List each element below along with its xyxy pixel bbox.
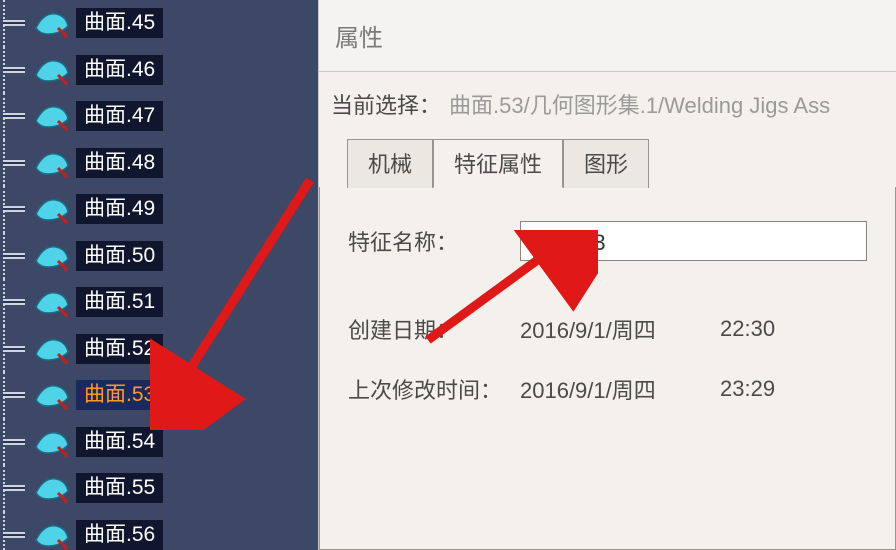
created-row: 创建日期： 2016/9/1/周四 22:30 [348,313,867,345]
tree-branch [0,93,34,140]
tab-graphic[interactable]: 图形 [563,139,649,188]
tree-item-label: 曲面.51 [76,287,163,317]
tree-item[interactable]: 曲面.56 [0,512,318,550]
tree-item-label: 曲面.46 [76,55,163,85]
tree-item[interactable]: 曲面.52 [0,326,318,373]
tree-item[interactable]: 曲面.47 [0,93,318,140]
surface-icon [34,380,70,410]
surface-icon [34,473,70,503]
tree-branch [0,186,34,233]
tab-mechanical[interactable]: 机械 [347,139,433,188]
modified-label: 上次修改时间： [348,373,520,405]
tree-item-label: 曲面.52 [76,334,163,364]
tab-bar: 机械 特征属性 图形 [319,138,896,187]
feature-name-input[interactable] [520,221,867,261]
properties-panel: 属性 当前选择： 曲面.53/几何图形集.1/Welding Jigs Ass … [318,0,896,550]
surface-icon [34,8,70,38]
tree-item[interactable]: 曲面.45 [0,0,318,47]
feature-name-row: 特征名称： [348,221,867,261]
tree-branch [0,233,34,280]
surface-icon [34,520,70,550]
surface-icon [34,101,70,131]
created-time: 22:30 [720,316,800,342]
panel-title-text: 属性 [335,18,383,53]
tree-item[interactable]: 曲面.50 [0,233,318,280]
tree-item[interactable]: 曲面.49 [0,186,318,233]
feature-name-label: 特征名称： [348,225,520,257]
tree-item-label: 曲面.47 [76,101,163,131]
tree-item-label: 曲面.45 [76,8,163,38]
surface-icon [34,287,70,317]
tree-branch [0,465,34,512]
tree-branch [0,512,34,550]
tree-item[interactable]: 曲面.54 [0,419,318,466]
surface-icon [34,334,70,364]
tab-content: 特征名称： 创建日期： 2016/9/1/周四 22:30 上次修改时间： 20… [319,187,896,550]
modified-date: 2016/9/1/周四 [520,373,720,405]
tree-item-label: 曲面.55 [76,473,163,503]
modified-row: 上次修改时间： 2016/9/1/周四 23:29 [348,373,867,405]
tree-item-label: 曲面.54 [76,427,163,457]
surface-icon [34,194,70,224]
tree-item-label: 曲面.56 [76,520,163,550]
surface-icon [34,241,70,271]
created-date: 2016/9/1/周四 [520,313,720,345]
tree-branch [0,47,34,94]
tree-item-label: 曲面.49 [76,194,163,224]
tree-item[interactable]: 曲面.46 [0,47,318,94]
modified-time: 23:29 [720,376,800,402]
tree-item-selected[interactable]: 曲面.53 [0,372,318,419]
tree-item-label: 曲面.48 [76,148,163,178]
tree-branch [0,0,34,47]
tree-item[interactable]: 曲面.48 [0,140,318,187]
selection-value: 曲面.53/几何图形集.1/Welding Jigs Ass [449,88,830,120]
tree-item-label: 曲面.53 [76,380,163,410]
surface-icon [34,427,70,457]
feature-tree: 曲面.45 曲面.46 曲面.47 曲面.48 曲面.49 曲面.50 [0,0,318,550]
tree-branch [0,140,34,187]
tree-branch [0,372,34,419]
surface-icon [34,55,70,85]
tree-item[interactable]: 曲面.51 [0,279,318,326]
tree-item-label: 曲面.50 [76,241,163,271]
tab-feature-properties[interactable]: 特征属性 [433,139,563,188]
panel-title: 属性 [319,0,896,72]
selection-label: 当前选择： [331,88,441,120]
surface-icon [34,148,70,178]
tree-item[interactable]: 曲面.55 [0,465,318,512]
tree-branch [0,419,34,466]
created-label: 创建日期： [348,313,520,345]
current-selection-row: 当前选择： 曲面.53/几何图形集.1/Welding Jigs Ass [319,72,896,138]
tree-branch [0,326,34,373]
tree-branch [0,279,34,326]
